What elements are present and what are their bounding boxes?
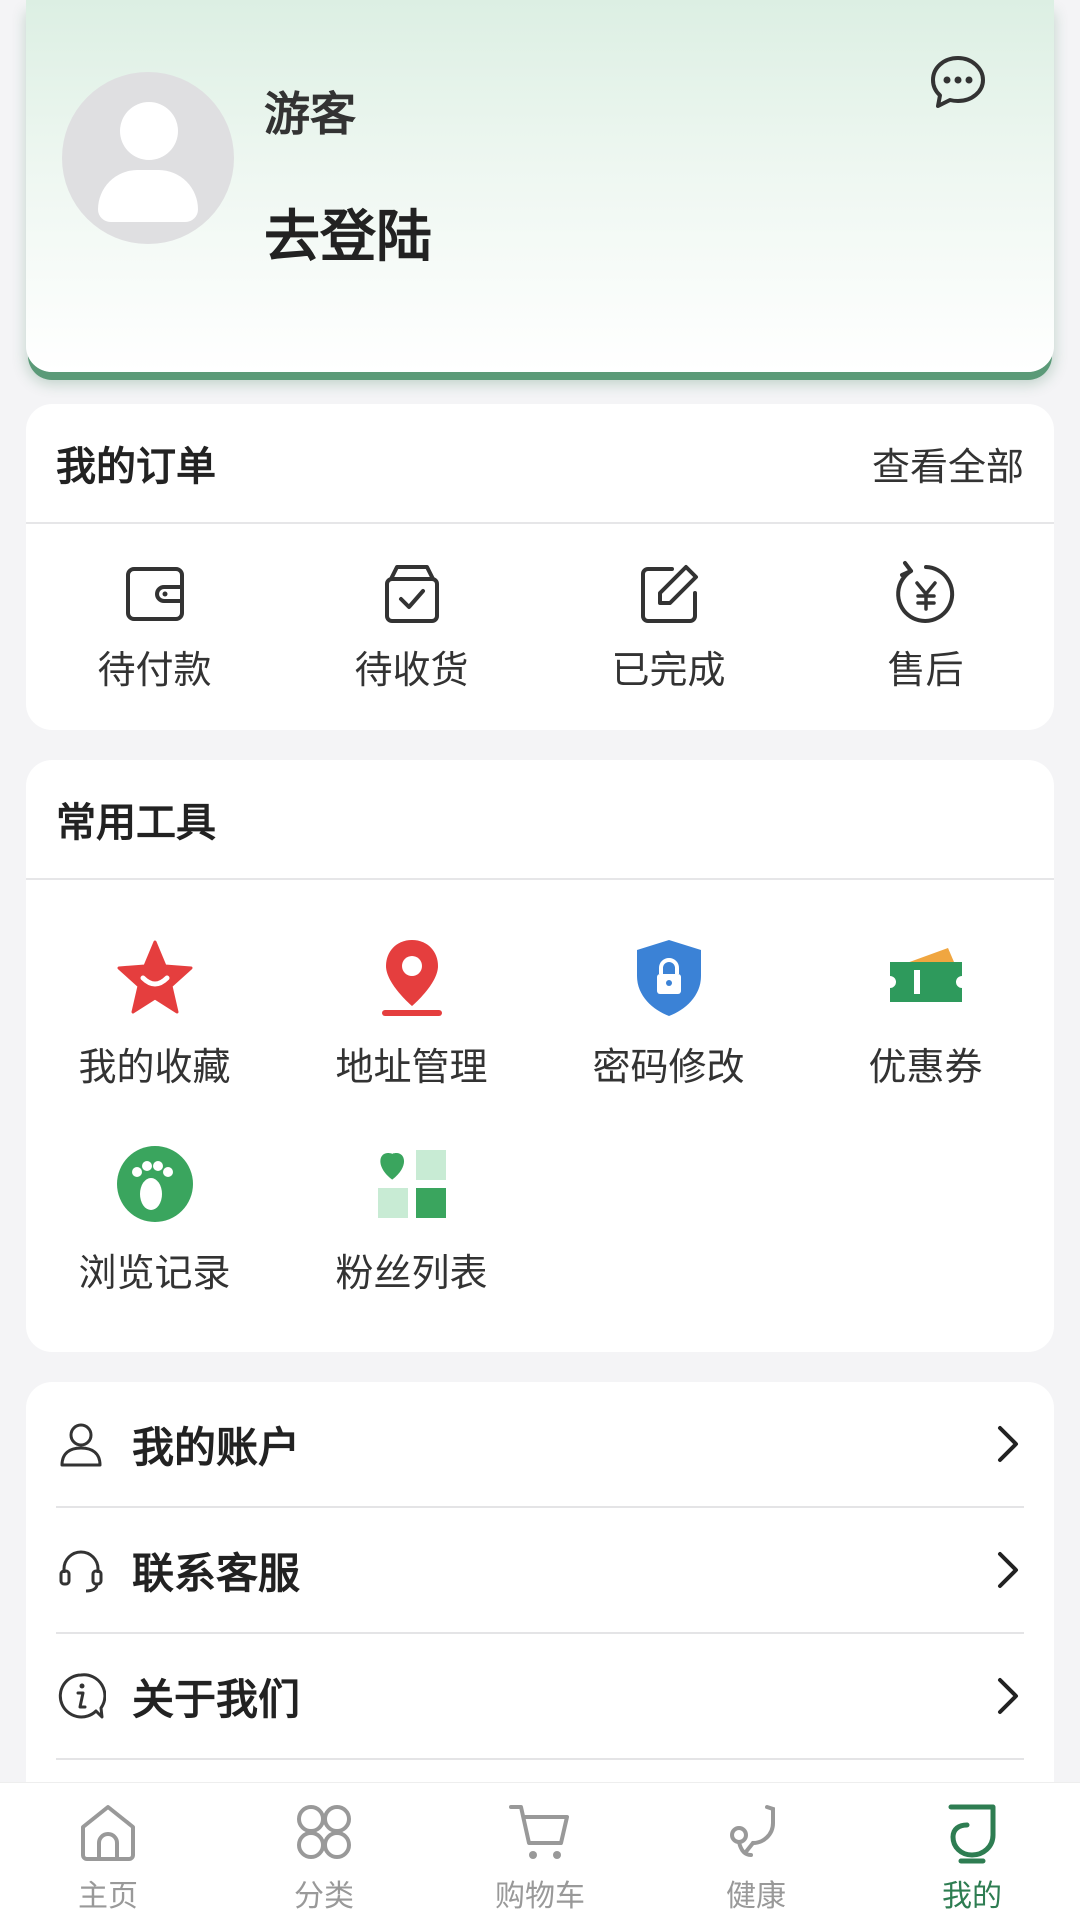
view-all-orders-link[interactable]: 查看全部 <box>872 436 1024 491</box>
avatar-head <box>120 102 178 160</box>
tool-favorites[interactable]: 我的收藏 <box>26 936 283 1142</box>
tab-label: 我的 <box>942 1879 1002 1914</box>
tab-category[interactable]: 分类 <box>216 1783 432 1920</box>
tool-password[interactable]: 密码修改 <box>540 936 797 1142</box>
chat-bubble-icon[interactable] <box>926 50 990 114</box>
tab-label: 健康 <box>726 1879 786 1914</box>
location-pin-icon <box>381 940 442 1016</box>
order-completed[interactable]: 已完成 <box>540 559 797 694</box>
tools-grid: 我的收藏 地址管理 密码修改 优惠券 浏览记录 粉丝列表 <box>26 880 1054 1348</box>
tool-label: 密码修改 <box>592 1045 745 1089</box>
order-status-row: 待付款 待收货 已完成 售后 <box>26 524 1054 728</box>
coupon-icon <box>889 948 962 1002</box>
guest-name: 游客 <box>264 87 356 141</box>
order-after-sale[interactable]: 售后 <box>797 559 1054 694</box>
profile-icon <box>948 1804 996 1864</box>
tool-label: 我的收藏 <box>78 1045 231 1089</box>
tab-label: 购物车 <box>495 1879 585 1914</box>
bottom-tab-bar: 主页 分类 购物车 健康 我的 <box>0 1782 1080 1920</box>
grid-icon <box>297 1805 351 1859</box>
tab-health[interactable]: 健康 <box>648 1783 864 1920</box>
login-link[interactable]: 去登陆 <box>264 192 432 273</box>
chevron-right-icon <box>998 1678 1018 1714</box>
order-pending-payment[interactable]: 待付款 <box>26 559 283 694</box>
footprint-icon <box>116 1146 193 1222</box>
profile-page: 游客 去登陆 我的订单 查看全部 待付款 待收货 已完成 售后 常用工具 我的收… <box>0 0 1080 1920</box>
menu-item-about[interactable]: 关于我们 <box>56 1634 1024 1760</box>
tab-home[interactable]: 主页 <box>0 1783 216 1920</box>
yuan-refund-icon <box>895 560 954 623</box>
order-label: 已完成 <box>611 647 726 692</box>
menu-item-account[interactable]: 我的账户 <box>56 1382 1024 1508</box>
wallet-icon <box>125 566 184 621</box>
tool-label: 浏览记录 <box>78 1251 231 1295</box>
tab-mine[interactable]: 我的 <box>864 1783 1080 1920</box>
tab-label: 分类 <box>294 1879 354 1914</box>
cart-icon <box>509 1805 569 1859</box>
avatar-body <box>98 170 198 222</box>
profile-header: 游客 去登陆 <box>26 0 1054 372</box>
user-icon <box>60 1423 102 1467</box>
star-icon <box>117 940 192 1014</box>
info-icon <box>58 1673 106 1719</box>
order-pending-receipt[interactable]: 待收货 <box>283 559 540 694</box>
menu-item-support[interactable]: 联系客服 <box>56 1508 1024 1634</box>
tool-address[interactable]: 地址管理 <box>283 936 540 1142</box>
tool-label: 地址管理 <box>335 1045 488 1089</box>
edit-icon <box>640 564 698 623</box>
orders-section: 我的订单 查看全部 待付款 待收货 已完成 售后 <box>26 404 1054 730</box>
tools-header: 常用工具 <box>26 760 1054 880</box>
chevron-right-icon <box>998 1552 1018 1588</box>
tool-coupons[interactable]: 优惠券 <box>797 936 1054 1142</box>
tool-label: 优惠券 <box>868 1045 983 1089</box>
tool-history[interactable]: 浏览记录 <box>26 1142 283 1348</box>
tab-cart[interactable]: 购物车 <box>432 1783 648 1920</box>
tab-label: 主页 <box>78 1879 138 1914</box>
tool-label: 粉丝列表 <box>335 1251 488 1295</box>
tool-fans[interactable]: 粉丝列表 <box>283 1142 540 1348</box>
shield-lock-icon <box>636 940 701 1016</box>
stethoscope-icon <box>730 1805 775 1857</box>
avatar[interactable] <box>62 72 234 244</box>
chevron-right-icon <box>998 1426 1018 1462</box>
heart-grid-icon <box>377 1150 446 1218</box>
order-label: 售后 <box>887 647 964 692</box>
tools-title: 常用工具 <box>56 800 216 846</box>
menu-label: 我的账户 <box>132 1422 301 1472</box>
headset-icon <box>59 1550 103 1593</box>
menu-list: 我的账户 联系客服 关于我们 <box>26 1382 1054 1812</box>
tools-section: 常用工具 我的收藏 地址管理 密码修改 优惠券 浏览记录 粉丝列表 <box>26 760 1054 1352</box>
menu-label: 联系客服 <box>132 1548 301 1598</box>
orders-header: 我的订单 查看全部 <box>26 404 1054 524</box>
orders-title: 我的订单 <box>56 444 216 490</box>
order-label: 待付款 <box>97 647 212 692</box>
package-check-icon <box>384 564 439 623</box>
order-label: 待收货 <box>354 647 469 692</box>
home-icon <box>81 1805 135 1861</box>
menu-label: 关于我们 <box>132 1674 301 1724</box>
